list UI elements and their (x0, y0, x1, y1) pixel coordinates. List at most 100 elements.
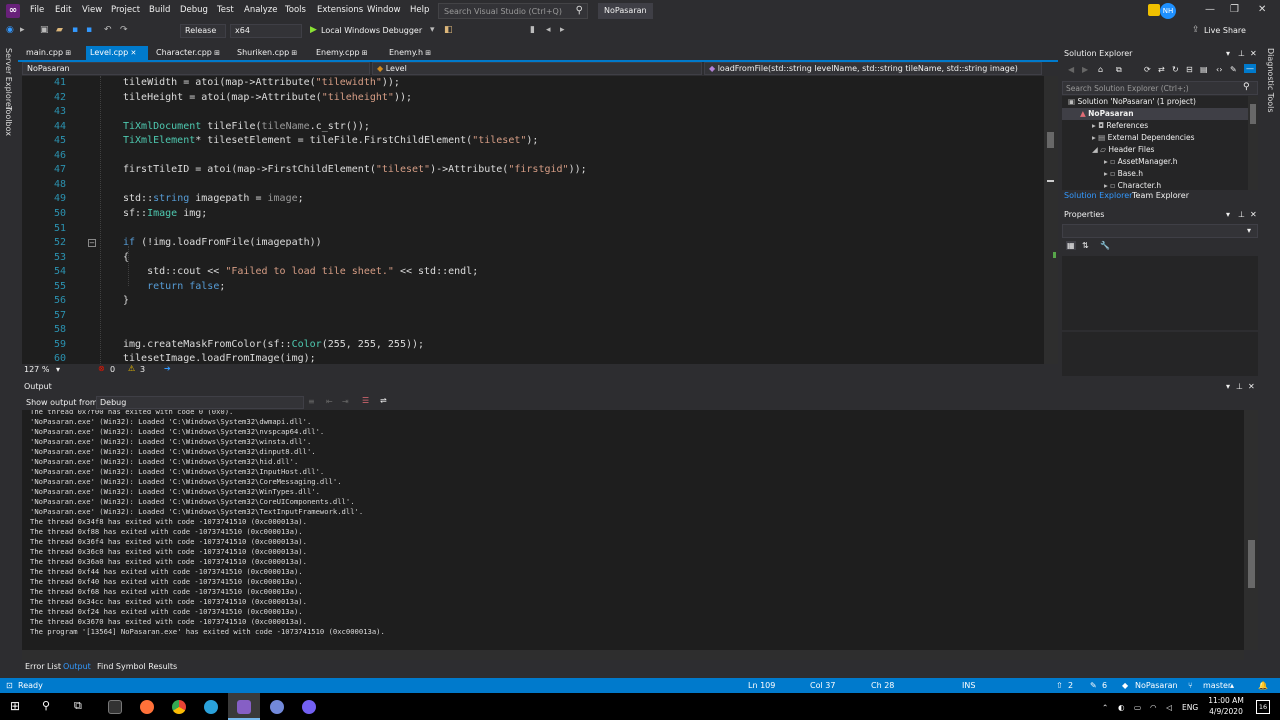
menu-extensions[interactable]: Extensions (317, 5, 363, 15)
nav-next-icon[interactable]: ➔ (164, 364, 171, 373)
firefox-icon[interactable] (140, 700, 154, 714)
code-line[interactable]: 57 (22, 309, 1044, 324)
doc-tab-shuriken-cpp[interactable]: Shuriken.cpp ⊞ (233, 46, 307, 60)
pin-tab-icon[interactable]: ⊞ (289, 49, 297, 57)
word-wrap-icon[interactable]: ⇌ (380, 396, 387, 405)
save-icon[interactable]: ▪ (72, 25, 78, 35)
code-line[interactable]: 42 tileHeight = atoi(map->Attribute("tile… (22, 91, 1044, 106)
code-line[interactable]: 55 return false; (22, 280, 1044, 295)
save-all-icon[interactable]: ▪ (86, 25, 92, 35)
menu-project[interactable]: Project (111, 5, 140, 15)
minimize-icon[interactable]: — (1205, 4, 1215, 15)
output-pin-icon[interactable]: ⊥ (1236, 382, 1243, 391)
discord-icon[interactable] (270, 700, 284, 714)
code-line[interactable]: 46 (22, 149, 1044, 164)
tray-app-icon[interactable]: ◐ (1118, 703, 1125, 712)
toolbox-tab[interactable]: Toolbox (4, 106, 13, 136)
volume-icon[interactable]: ◁ (1166, 703, 1172, 712)
props-pin-icon[interactable]: ⊥ (1238, 210, 1245, 219)
tree-item[interactable]: ▸ ◘ References (1092, 120, 1148, 132)
network-icon[interactable]: ◠ (1150, 703, 1157, 712)
platform-dropdown[interactable]: x64 (230, 24, 302, 38)
search-input[interactable]: Search Visual Studio (Ctrl+Q) ⚲ (438, 3, 588, 19)
se-pending-changes-icon[interactable]: ⟳ (1144, 65, 1151, 74)
push-icon[interactable]: ⇧ (1056, 681, 1063, 690)
properties-grid[interactable] (1062, 256, 1258, 330)
properties-object-dropdown[interactable]: ▾ (1062, 224, 1258, 238)
status-branch[interactable]: master (1203, 681, 1231, 690)
menu-window[interactable]: Window (367, 5, 401, 15)
se-forward-icon[interactable]: ▶ (1082, 65, 1088, 74)
battery-icon[interactable]: ▭ (1134, 703, 1141, 712)
alphabetical-icon[interactable]: ⇅ (1082, 241, 1089, 250)
taskbar-search-icon[interactable]: ⚲ (42, 699, 50, 712)
maximize-icon[interactable]: ❐ (1230, 4, 1239, 15)
code-line[interactable]: 58 (22, 323, 1044, 338)
notifications-icon[interactable]: 🔔 (1258, 681, 1268, 690)
solution-tree[interactable]: ▣ Solution 'NoPasaran' (1 project) ▲ NoPa… (1062, 96, 1248, 190)
se-collapse-icon[interactable]: ⊟ (1186, 65, 1193, 74)
open-folder-icon[interactable]: ▰ (56, 25, 63, 35)
tray-expand-icon[interactable]: ⌃ (1102, 703, 1108, 712)
output-find-icon[interactable]: ≡ (308, 397, 315, 406)
action-center-badge[interactable]: 16 (1256, 700, 1270, 714)
warning-icon[interactable]: ⚠ (128, 364, 135, 373)
output-prev-icon[interactable]: ⇤ (326, 397, 333, 406)
output-scroll-thumb[interactable] (1248, 540, 1255, 588)
code-editor[interactable]: − 41 tileWidth = atoi(map->Attribute("til… (22, 76, 1044, 364)
code-line[interactable]: 44 TiXmlDocument tileFile(tileName.c_str(… (22, 120, 1044, 135)
windows-start-icon[interactable]: ⊞ (10, 700, 20, 712)
tab-solution-explorer[interactable]: Solution Explorer (1064, 191, 1132, 200)
telegram-icon[interactable] (204, 700, 218, 714)
forward-icon[interactable]: ▸ (20, 25, 25, 35)
code-line[interactable]: 41 tileWidth = atoi(map->Attribute("tilew… (22, 76, 1044, 91)
menu-view[interactable]: View (82, 5, 102, 15)
solution-search-input[interactable]: Search Solution Explorer (Ctrl+;) ⚲ (1062, 81, 1258, 95)
menu-test[interactable]: Test (217, 5, 234, 15)
menu-tools[interactable]: Tools (285, 5, 306, 15)
se-refresh-icon[interactable]: ↻ (1172, 65, 1179, 74)
error-icon[interactable]: ⊗ (98, 364, 105, 373)
se-preview-icon[interactable]: — (1244, 64, 1256, 73)
start-debugger-button[interactable]: Local Windows Debugger (321, 26, 422, 35)
output-horizontal-scrollbar[interactable] (22, 650, 1244, 660)
code-line[interactable]: 48 (22, 178, 1044, 193)
code-line[interactable]: 56} (22, 294, 1044, 309)
bookmark-next-icon[interactable]: ▸ (560, 25, 565, 35)
menu-build[interactable]: Build (149, 5, 170, 15)
tree-item[interactable]: ▸ ▫ Base.h (1104, 168, 1143, 180)
se-properties-icon[interactable]: ✎ (1230, 65, 1237, 74)
code-line[interactable]: 49 std::string imagepath = image; (22, 192, 1044, 207)
code-line[interactable]: 60 tilesetImage.loadFromImage(img); (22, 352, 1044, 364)
tree-item[interactable]: ▸ ▫ Character.h (1104, 180, 1161, 190)
menu-help[interactable]: Help (410, 5, 429, 15)
undo-icon[interactable]: ↶ (104, 25, 112, 35)
menu-analyze[interactable]: Analyze (244, 5, 278, 15)
start-debug-icon[interactable]: ▶ (310, 25, 317, 35)
edit-icon[interactable]: ✎ (1090, 681, 1097, 690)
doc-tab-enemy-cpp[interactable]: Enemy.cpp ⊞ (312, 46, 380, 60)
member-dropdown[interactable]: ◆ loadFromFile(std::string levelName, st… (704, 62, 1042, 75)
tree-item[interactable]: ▸ ▫ AssetManager.h (1104, 156, 1177, 168)
doc-tab-main-cpp[interactable]: main.cpp ⊞ (22, 46, 80, 60)
pin-tab-icon[interactable]: ⊞ (423, 49, 431, 57)
code-line[interactable]: 52 if (!img.loadFromFile(imagepath)) (22, 236, 1044, 251)
editor-vertical-scrollbar[interactable] (1044, 76, 1058, 364)
branch-icon[interactable]: ⑂ (1188, 681, 1193, 690)
bookmark-prev-icon[interactable]: ◂ (546, 25, 551, 35)
bottom-tab-find-symbol-results[interactable]: Find Symbol Results (94, 661, 180, 672)
code-line[interactable]: 43 (22, 105, 1044, 120)
se-back-icon[interactable]: ◀ (1068, 65, 1074, 74)
status-repo[interactable]: NoPasaran (1135, 681, 1178, 690)
categorized-icon[interactable]: ▦ (1066, 241, 1076, 250)
pin-tab-icon[interactable]: ⊞ (63, 49, 71, 57)
chrome-icon[interactable] (172, 700, 186, 714)
tab-team-explorer[interactable]: Team Explorer (1132, 191, 1189, 200)
property-pages-icon[interactable]: 🔧 (1100, 241, 1110, 250)
zoom-level[interactable]: 127 % (24, 365, 49, 374)
pin-tab-icon[interactable]: ⊞ (360, 49, 368, 57)
se-show-all-icon[interactable]: ▤ (1200, 65, 1208, 74)
new-project-icon[interactable]: ▣ (40, 25, 49, 35)
branch-dropdown-icon[interactable]: ▴ (1230, 681, 1234, 690)
task-view-icon[interactable]: ⧉ (74, 699, 82, 713)
